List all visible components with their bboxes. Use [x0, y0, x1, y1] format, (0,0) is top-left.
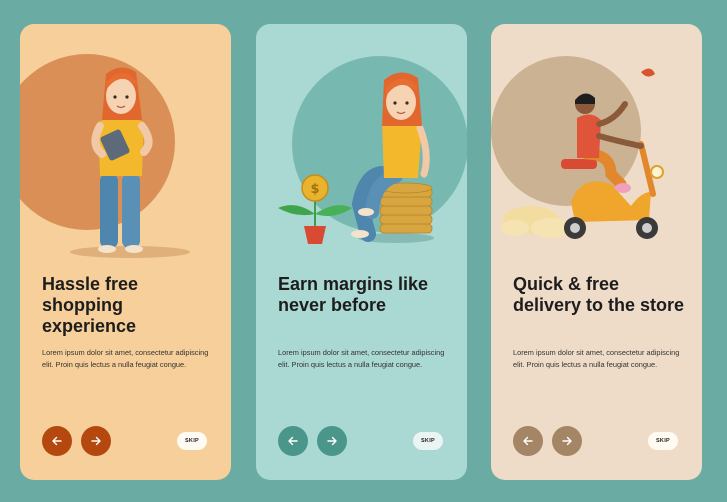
onboarding-card-margins: $ Earn margins like never before Lorem i…: [256, 24, 467, 480]
card-description: Lorem ipsum dolor sit amet, consectetur …: [42, 348, 209, 369]
skip-button[interactable]: SKIP: [648, 432, 678, 450]
previous-button[interactable]: [513, 426, 543, 456]
arrow-right-icon: [327, 436, 337, 446]
skip-button[interactable]: SKIP: [413, 432, 443, 450]
skip-button[interactable]: SKIP: [177, 432, 207, 450]
next-button[interactable]: [81, 426, 111, 456]
woman-on-coins-illustration: $: [278, 72, 434, 244]
card-title: Hassle free shopping experience: [42, 274, 139, 336]
next-button[interactable]: [552, 426, 582, 456]
card-title: Quick & free delivery to the store: [513, 274, 685, 315]
delivery-scooter-illustration: [501, 68, 664, 239]
arrow-left-icon: [523, 436, 533, 446]
arrow-left-icon: [288, 436, 298, 446]
card-title: Earn margins like never before: [278, 274, 429, 315]
card-description: Lorem ipsum dolor sit amet, consectetur …: [513, 348, 680, 369]
next-button[interactable]: [317, 426, 347, 456]
arrow-right-icon: [562, 436, 572, 446]
arrow-left-icon: [52, 436, 62, 446]
woman-with-tablet-illustration: [70, 67, 190, 258]
previous-button[interactable]: [42, 426, 72, 456]
arrow-right-icon: [91, 436, 101, 446]
card-description: Lorem ipsum dolor sit amet, consectetur …: [278, 348, 445, 369]
previous-button[interactable]: [278, 426, 308, 456]
onboarding-card-delivery: Quick & free delivery to the store Lorem…: [491, 24, 702, 480]
onboarding-card-shopping: Hassle free shopping experience Lorem ip…: [20, 24, 231, 480]
svg-text:$: $: [310, 182, 319, 197]
